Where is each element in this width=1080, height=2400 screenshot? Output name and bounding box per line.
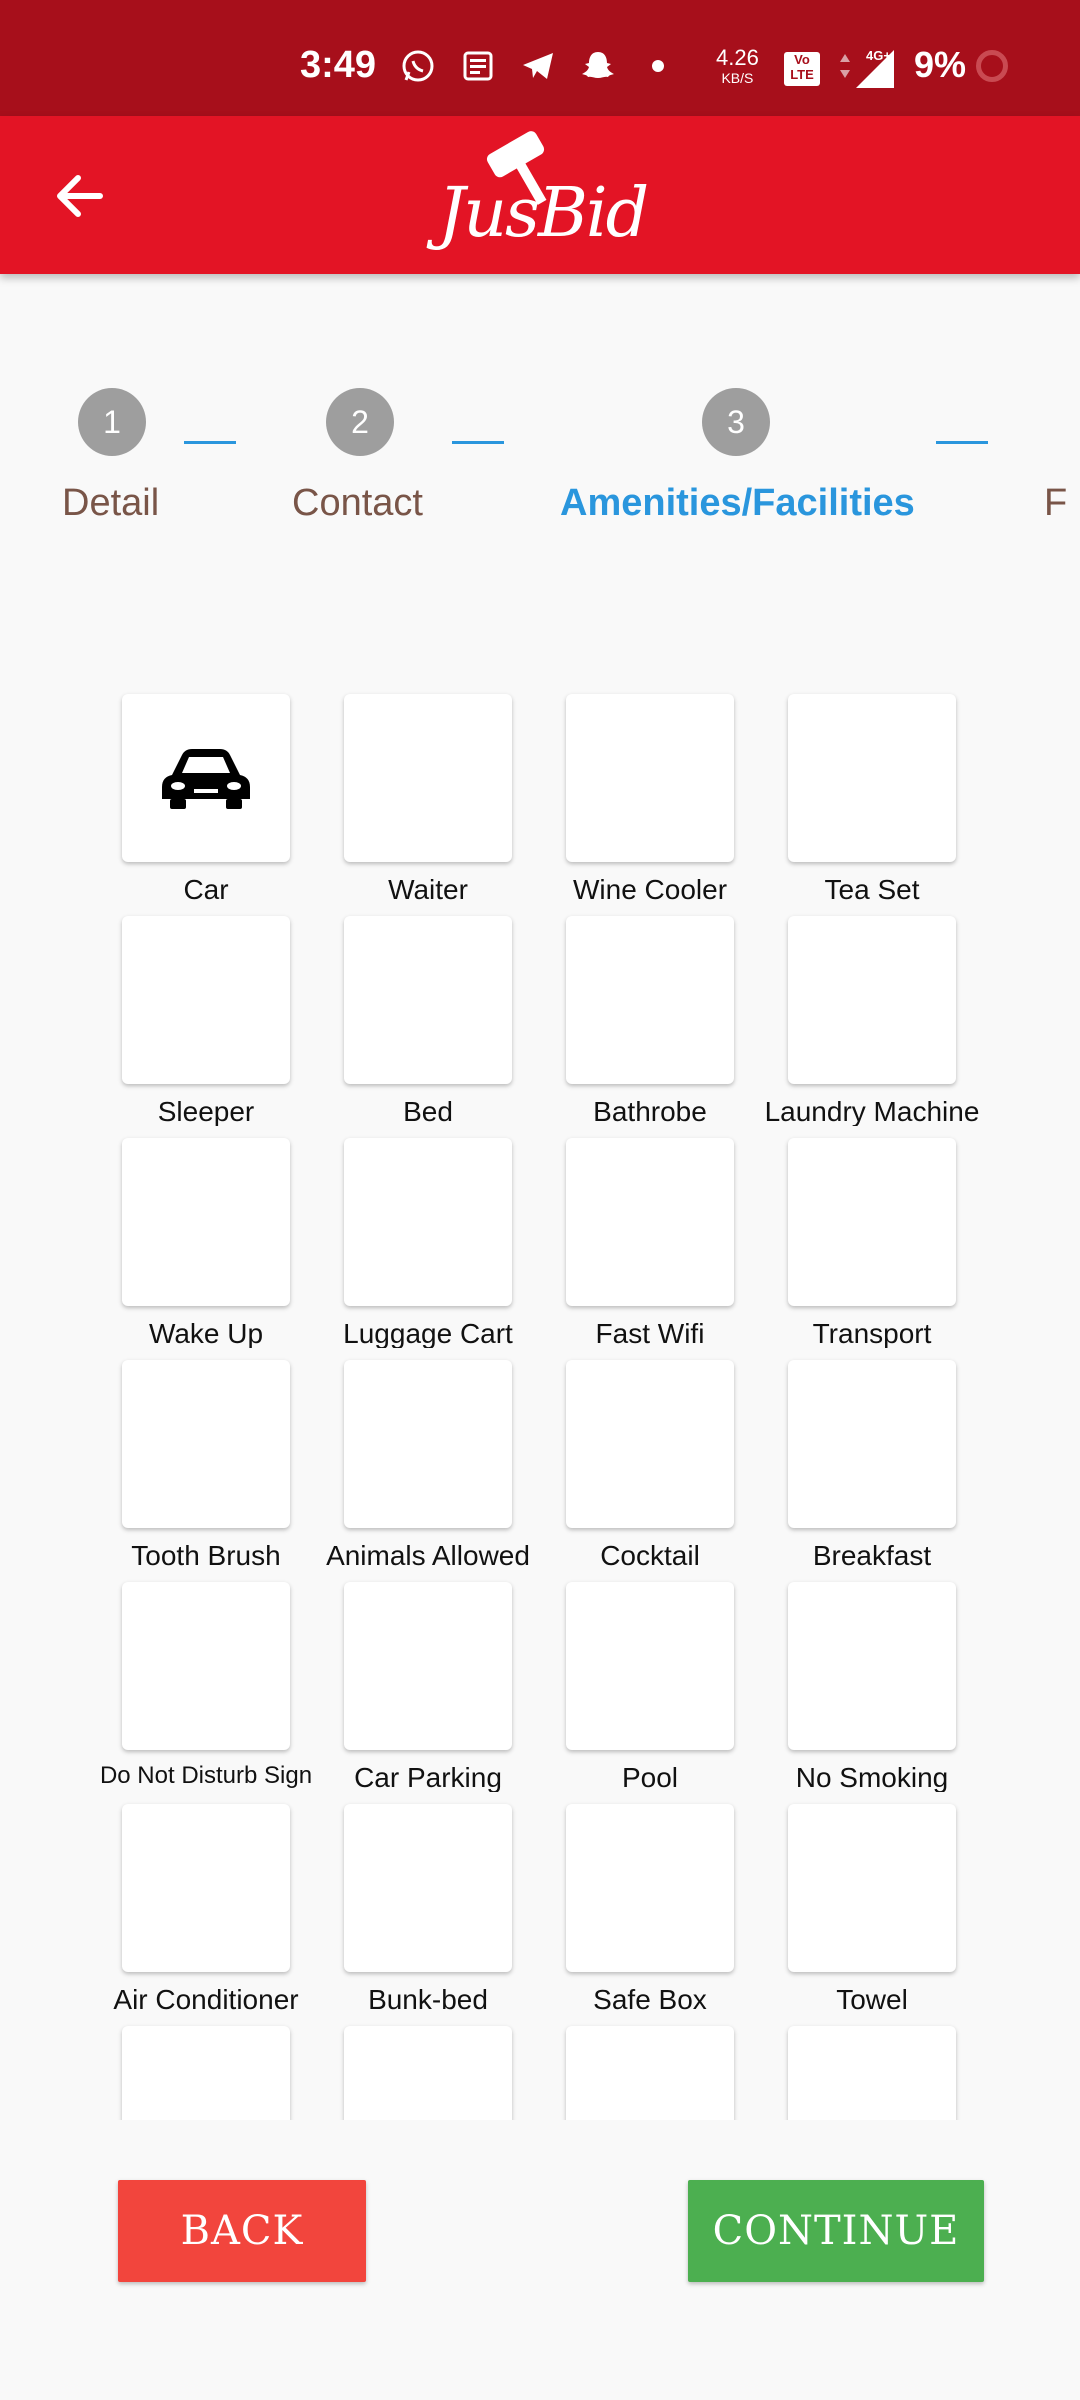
car-icon: [162, 749, 250, 809]
news-icon: [458, 46, 498, 86]
amenity-label: Towel: [836, 1984, 908, 2014]
step-2-circle[interactable]: 2: [326, 388, 394, 456]
amenity-label: Sleeper: [157, 1096, 255, 1126]
telegram-icon: [518, 46, 558, 86]
amenity-tile[interactable]: [788, 1360, 956, 1528]
status-time: 3:49: [300, 44, 377, 86]
amenity-label: Breakfast: [812, 1540, 932, 1570]
speed-value: 4.26: [716, 45, 759, 70]
amenity-tile[interactable]: [122, 694, 290, 862]
amenity-tile[interactable]: [788, 1582, 956, 1750]
amenity-label: Safe Box: [593, 1984, 707, 2014]
battery-ring-icon: [976, 50, 1008, 82]
amenity-tile[interactable]: [344, 2026, 512, 2120]
amenity-tile[interactable]: [122, 1138, 290, 1306]
amenity-label: Bathrobe: [593, 1096, 707, 1126]
step-3-circle[interactable]: 3: [702, 388, 770, 456]
snapchat-icon: [578, 46, 618, 86]
amenity-tile[interactable]: [344, 1360, 512, 1528]
amenity-label: Fast Wifi: [595, 1318, 705, 1348]
logo-text: JusBid: [438, 174, 649, 253]
amenity-label: Pool: [621, 1762, 679, 1792]
volte-icon: Vo LTE: [784, 52, 820, 86]
battery-percent: 9%: [914, 44, 967, 85]
network-speed: 4.26 KB/S: [716, 45, 759, 88]
amenity-tile[interactable]: [566, 916, 734, 1084]
amenity-label: Air Conditioner: [113, 1984, 299, 2014]
signal-icon: 4G+: [836, 46, 896, 95]
status-bar: 3:49 4.26 KB/S Vo LTE 4G+ 9%: [0, 0, 1080, 116]
amenity-label: Wake Up: [148, 1318, 264, 1348]
amenity-tile[interactable]: [566, 1138, 734, 1306]
amenity-tile[interactable]: [122, 1582, 290, 1750]
step-3-label[interactable]: Amenities/Facilities: [560, 482, 915, 525]
amenity-tile[interactable]: [566, 1360, 734, 1528]
amenity-label: Car: [183, 874, 229, 904]
amenity-label: Cocktail: [600, 1540, 700, 1570]
amenity-tile[interactable]: [122, 2026, 290, 2120]
amenity-tile[interactable]: [788, 916, 956, 1084]
amenity-label: Wine Cooler: [572, 874, 728, 904]
amenity-tile[interactable]: [344, 1804, 512, 1972]
amenity-tile[interactable]: [788, 1804, 956, 1972]
amenity-label: Tooth Brush: [131, 1540, 281, 1570]
amenity-tile[interactable]: [566, 1582, 734, 1750]
step-1-circle[interactable]: 1: [78, 388, 146, 456]
amenity-tile[interactable]: [344, 694, 512, 862]
dot-icon: [638, 46, 678, 86]
amenity-tile[interactable]: [566, 1804, 734, 1972]
step-connector: [936, 441, 988, 444]
step-connector: [184, 441, 236, 444]
amenity-tile[interactable]: [788, 1138, 956, 1306]
app-logo: JusBid: [430, 122, 650, 272]
amenity-tile[interactable]: [122, 1360, 290, 1528]
amenity-tile[interactable]: [788, 2026, 956, 2120]
speed-unit: KB/S: [721, 70, 754, 86]
step-4-label[interactable]: F: [1044, 482, 1067, 525]
amenity-label: Car Parking: [354, 1762, 502, 1792]
amenities-grid: Car Waiter Wine Cooler Tea Set Sleeper Bed Bat…: [0, 690, 1080, 2120]
amenity-label: Transport: [812, 1318, 932, 1348]
amenity-label: Animals Allowed: [326, 1540, 530, 1570]
amenity-tile[interactable]: [344, 916, 512, 1084]
stepper: 1 Detail 2 Contact 3 Amenities/Facilitie…: [0, 380, 1080, 550]
amenity-tile[interactable]: [344, 1582, 512, 1750]
amenity-label: Bunk-bed: [368, 1984, 488, 2014]
amenity-label: Do Not Disturb Sign: [99, 1762, 313, 1789]
amenity-tile[interactable]: [344, 1138, 512, 1306]
back-arrow-icon[interactable]: [50, 166, 110, 226]
amenity-label: Tea Set: [824, 874, 920, 904]
amenity-tile[interactable]: [122, 916, 290, 1084]
step-1-label[interactable]: Detail: [62, 482, 159, 525]
amenity-tile[interactable]: [566, 2026, 734, 2120]
amenity-label: Bed: [403, 1096, 453, 1126]
whatsapp-icon: [398, 46, 438, 86]
back-button[interactable]: BACK: [118, 2180, 366, 2282]
amenity-tile[interactable]: [788, 694, 956, 862]
amenity-tile[interactable]: [566, 694, 734, 862]
amenity-tile[interactable]: [122, 1804, 290, 1972]
app-bar: JusBid: [0, 116, 1080, 274]
amenity-label: No Smoking: [795, 1762, 949, 1792]
network-type: 4G+: [866, 48, 891, 63]
amenity-label: Waiter: [388, 874, 468, 904]
amenity-label: Laundry Machine: [764, 1096, 980, 1126]
continue-button[interactable]: CONTINUE: [688, 2180, 984, 2282]
notification-icons: [398, 46, 678, 86]
step-2-label[interactable]: Contact: [292, 482, 423, 525]
amenity-label: Luggage Cart: [343, 1318, 513, 1348]
step-connector: [452, 441, 504, 444]
